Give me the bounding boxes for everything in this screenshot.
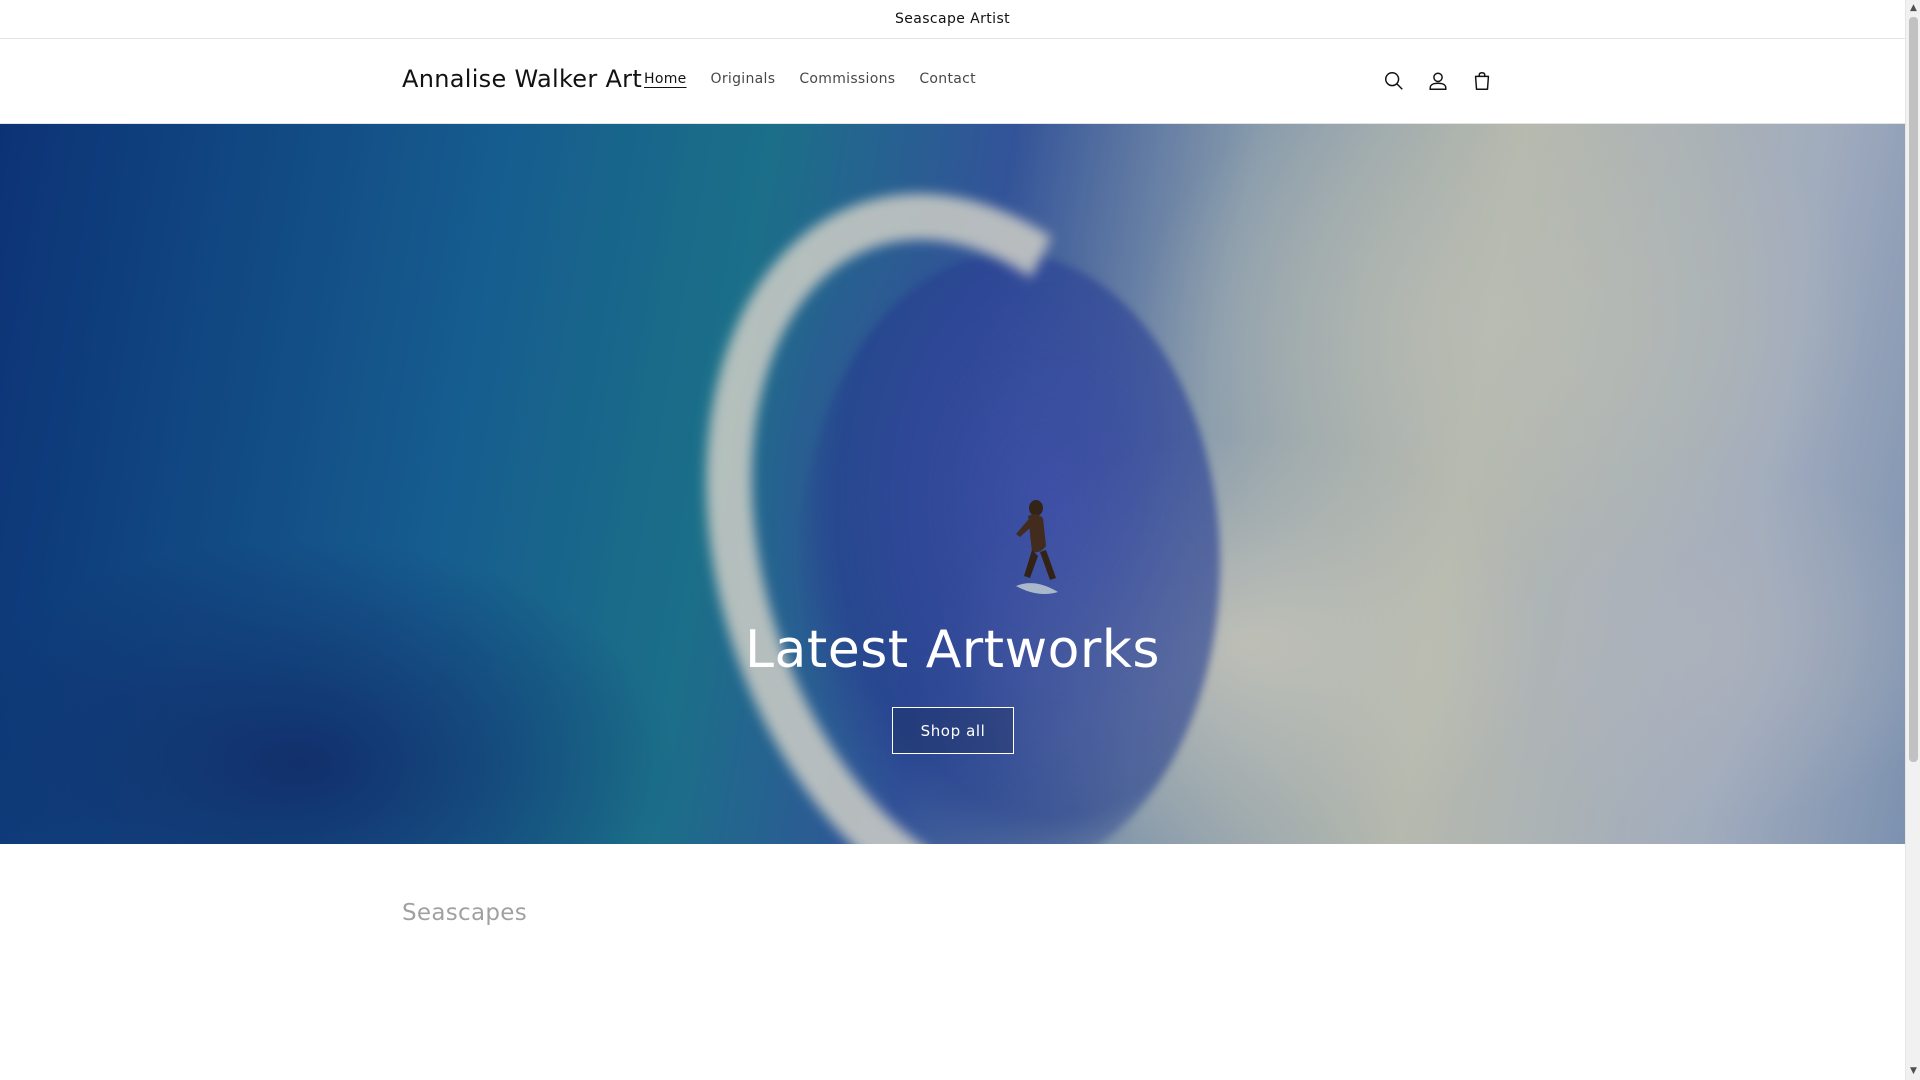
announcement-text: Seascape Artist xyxy=(894,11,1011,27)
header-icons xyxy=(1378,63,1498,99)
cart-button[interactable] xyxy=(1466,63,1498,99)
scroll-thumb[interactable] xyxy=(1909,17,1918,762)
site-header: Annalise Walker Art Home Originals Commi… xyxy=(0,39,1905,124)
site-logo[interactable]: Annalise Walker Art xyxy=(402,65,642,93)
main-nav: Home Originals Commissions Contact xyxy=(632,71,988,87)
nav-item-commissions[interactable]: Commissions xyxy=(787,71,907,87)
scroll-up-arrow[interactable]: ▲ xyxy=(1908,3,1919,13)
account-button[interactable] xyxy=(1422,63,1454,99)
nav-item-contact[interactable]: Contact xyxy=(907,71,988,87)
announcement-bar: Seascape Artist xyxy=(0,0,1905,39)
nav-item-originals[interactable]: Originals xyxy=(699,71,788,87)
page-scrollbar[interactable]: ▲ ▼ xyxy=(1905,0,1920,1080)
cart-icon xyxy=(1474,72,1490,90)
hero-banner: Latest Artworks Shop all xyxy=(0,124,1905,844)
hero-title: Latest Artworks xyxy=(745,620,1160,680)
collection-title: Seascapes xyxy=(402,900,527,926)
account-icon xyxy=(1429,72,1447,90)
scroll-down-arrow[interactable]: ▼ xyxy=(1908,1066,1919,1076)
search-icon xyxy=(1385,72,1403,90)
nav-item-home[interactable]: Home xyxy=(632,71,699,87)
shop-all-button[interactable]: Shop all xyxy=(892,707,1014,754)
search-button[interactable] xyxy=(1378,63,1410,99)
